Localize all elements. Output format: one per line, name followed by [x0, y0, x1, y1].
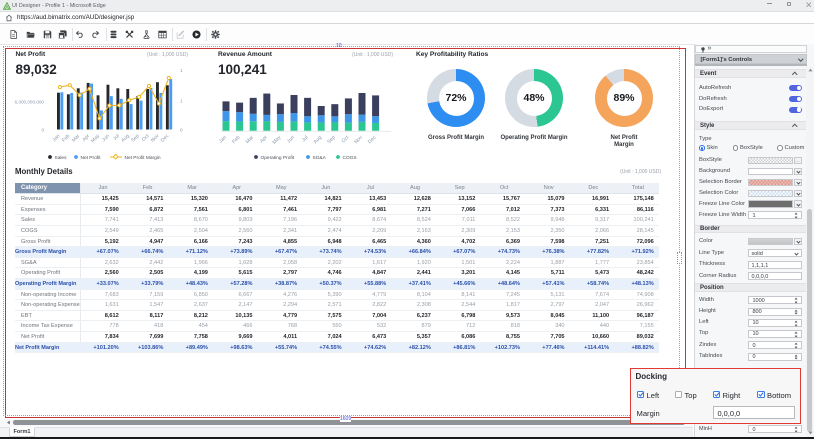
svg-text:Operating Profit: Operating Profit	[261, 155, 295, 161]
svg-text:Jul: Jul	[112, 133, 121, 142]
svg-text:Aug: Aug	[313, 135, 324, 146]
svg-text:1: 1	[180, 68, 183, 73]
svg-text:May: May	[271, 134, 282, 145]
svg-text:Jan: Jan	[218, 135, 228, 145]
svg-text:Oct: Oct	[141, 133, 151, 143]
svg-text:0: 0	[180, 128, 183, 133]
svg-text:Dec: Dec	[367, 134, 378, 145]
svg-text:0: 0	[41, 128, 44, 133]
svg-text:Jun: Jun	[286, 135, 296, 145]
svg-text:Nov: Nov	[150, 133, 161, 144]
svg-text:Aug: Aug	[120, 133, 131, 144]
svg-text:Sales: Sales	[55, 155, 68, 161]
svg-text:Mar: Mar	[71, 133, 82, 144]
svg-text:6,000,000,000: 6,000,000,000	[15, 100, 45, 105]
svg-text:Jun: Jun	[101, 133, 111, 143]
svg-text:Oct: Oct	[341, 134, 351, 144]
svg-text:Feb: Feb	[231, 135, 241, 145]
svg-text:Jan: Jan	[51, 133, 61, 143]
svg-text:Dec: Dec	[160, 133, 171, 144]
svg-text:Sep: Sep	[130, 133, 141, 144]
svg-text:Mar: Mar	[245, 134, 256, 145]
svg-text:Jul: Jul	[301, 135, 310, 144]
svg-text:May: May	[90, 133, 101, 144]
svg-text:Feb: Feb	[61, 133, 71, 143]
svg-text:1: 1	[180, 99, 183, 104]
svg-text:Nov: Nov	[353, 134, 364, 145]
svg-text:Sep: Sep	[326, 135, 337, 146]
svg-text:Apr: Apr	[259, 134, 269, 144]
svg-text:SG&A: SG&A	[313, 155, 327, 161]
svg-text:COGS: COGS	[343, 155, 357, 161]
svg-text:Net Profit Margin: Net Profit Margin	[125, 155, 161, 161]
svg-text:Apr: Apr	[81, 133, 91, 143]
svg-text:Net Profit: Net Profit	[81, 155, 102, 161]
